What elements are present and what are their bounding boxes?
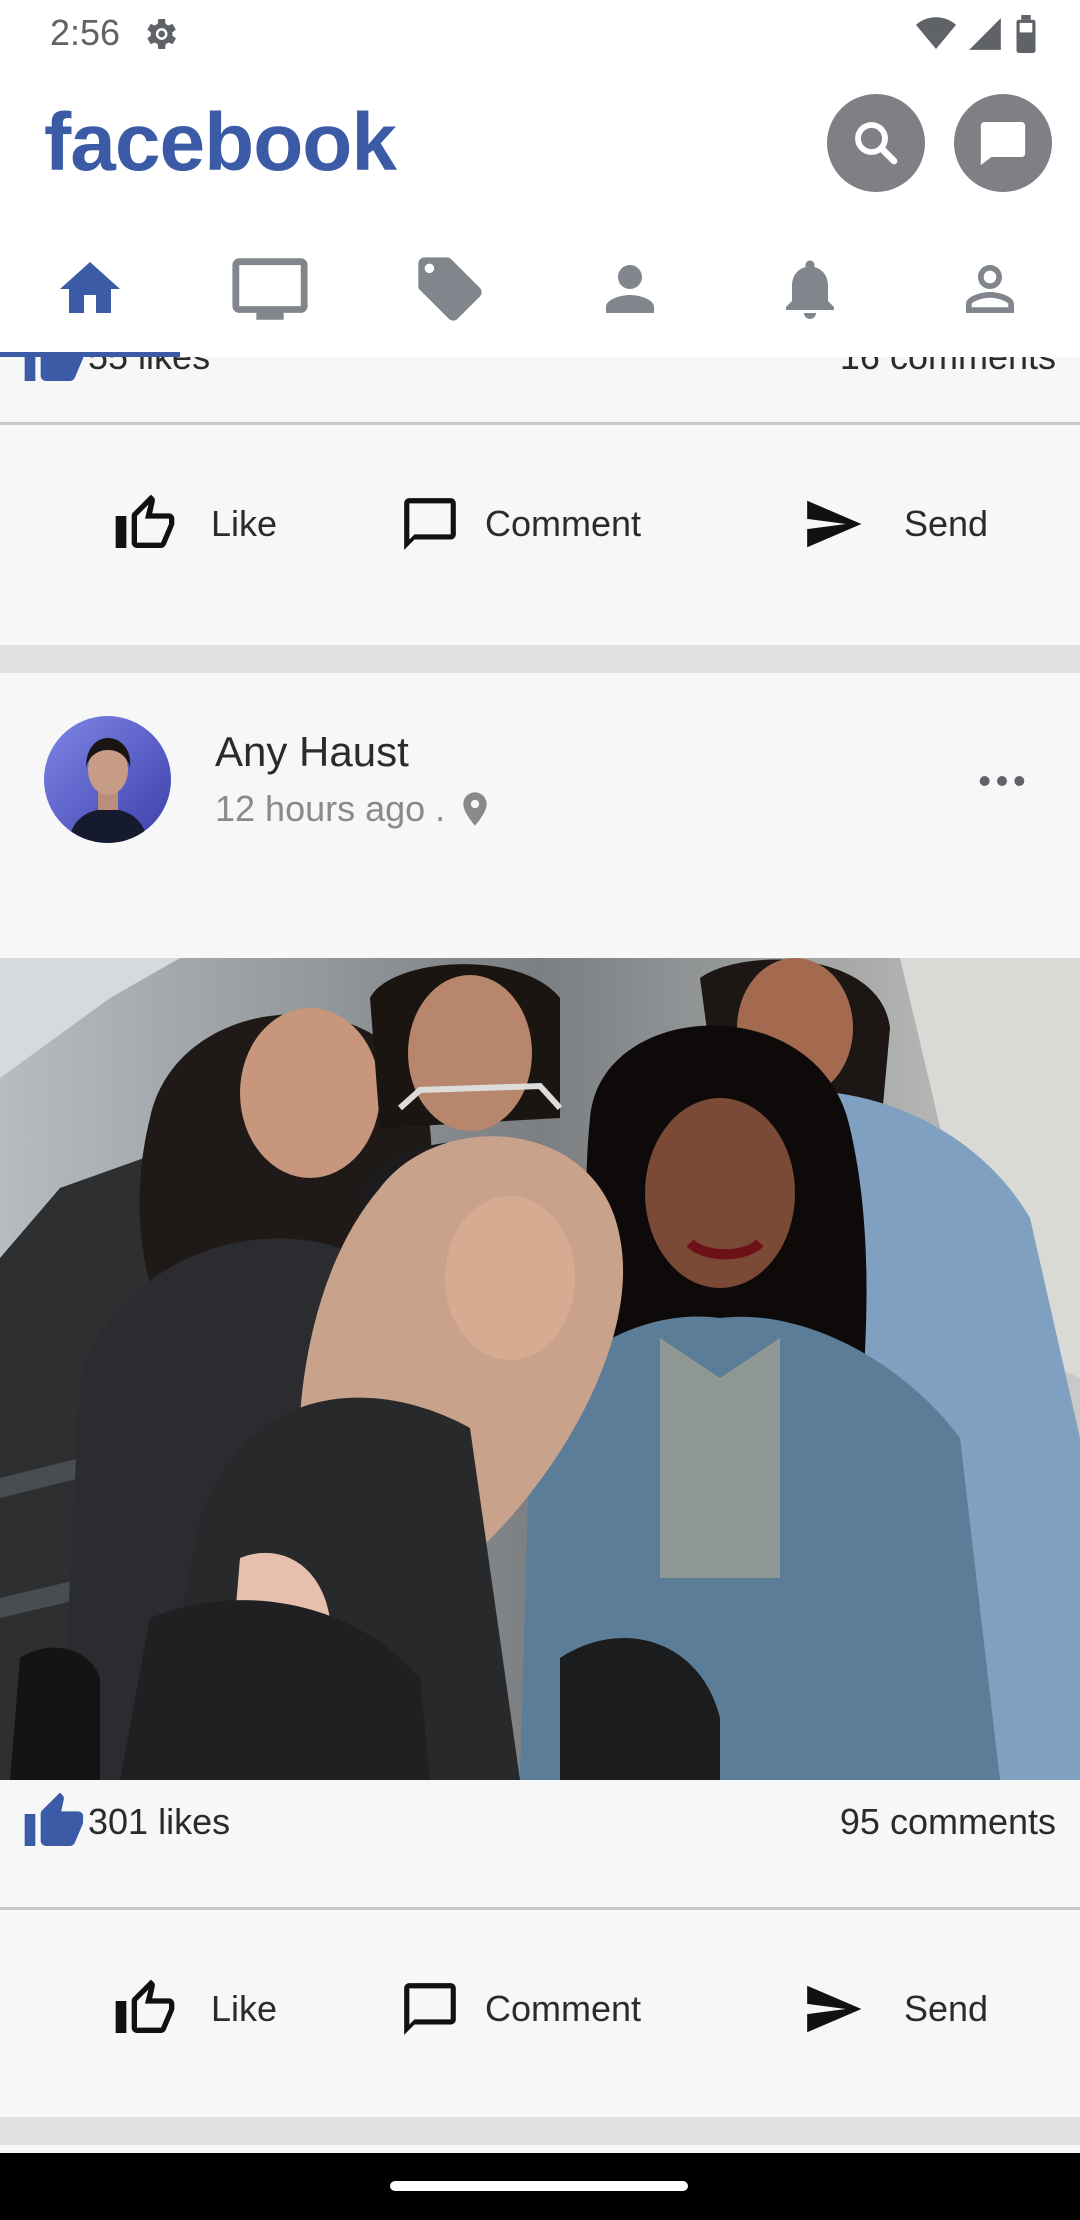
search-button[interactable]: [827, 94, 925, 192]
like-filled-icon: [24, 1792, 84, 1846]
tag-icon: [418, 257, 482, 321]
facebook-logo: facebook: [44, 97, 397, 188]
wifi-icon: [916, 17, 956, 49]
tab-marketplace[interactable]: [360, 221, 540, 357]
status-indicators: [916, 14, 1038, 54]
comment-label: Comment: [484, 1988, 642, 2029]
tab-notifications[interactable]: [720, 221, 900, 357]
person-outline-icon: [966, 265, 1014, 313]
post-stats: 55 likes 16 comments: [0, 357, 1080, 398]
post-actions: Like Comment Send: [0, 1910, 1080, 2108]
thumb-up-icon: [115, 494, 175, 548]
post-photo[interactable]: [0, 958, 1080, 1780]
like-button[interactable]: Like: [0, 492, 330, 556]
app-bar: facebook: [0, 66, 1080, 221]
comment-button[interactable]: Comment: [330, 1978, 710, 2040]
status-bar: 2:56: [0, 0, 1080, 66]
tab-home[interactable]: [0, 221, 180, 357]
post-header: Any Haust 12 hours ago .: [0, 673, 1080, 958]
tab-friends[interactable]: [540, 221, 720, 357]
tab-profile[interactable]: [900, 221, 1080, 357]
location-pin-icon: [463, 792, 487, 826]
battery-icon: [1016, 15, 1036, 53]
likes-count[interactable]: 301 likes: [88, 1801, 230, 1843]
send-icon: [807, 1985, 862, 2033]
bell-icon: [786, 260, 834, 319]
settings-icon: [147, 19, 176, 49]
send-icon: [807, 500, 862, 548]
like-label: Like: [210, 1988, 278, 2029]
comment-icon: [404, 1983, 456, 2035]
home-icon: [60, 262, 120, 313]
avatar-image: [44, 716, 171, 843]
search-icon: [855, 122, 898, 165]
post-card: Any Haust 12 hours ago . 301 likes 95 co…: [0, 673, 1080, 2108]
home-gesture-handle[interactable]: [390, 2181, 688, 2191]
messenger-button[interactable]: [954, 94, 1052, 192]
send-button[interactable]: Send: [710, 1978, 1080, 2040]
like-button[interactable]: Like: [0, 1977, 330, 2041]
more-options-icon[interactable]: [976, 755, 1028, 807]
like-label: Like: [210, 503, 278, 544]
send-button[interactable]: Send: [710, 493, 1080, 555]
thumb-up-icon: [115, 1979, 175, 2033]
post-author[interactable]: Any Haust: [215, 728, 409, 776]
status-time: 2:56: [50, 12, 121, 53]
like-filled-icon: [24, 357, 84, 381]
post-card: 55 likes 16 comments Like Comment: [0, 357, 1080, 623]
comments-count[interactable]: 95 comments: [840, 1801, 1056, 1843]
comments-count[interactable]: 16 comments: [840, 357, 1056, 378]
news-feed[interactable]: 55 likes 16 comments Like Comment: [0, 357, 1080, 2153]
comment-icon: [404, 498, 456, 550]
comment-button[interactable]: Comment: [330, 493, 710, 555]
post-meta: 12 hours ago .: [215, 788, 495, 830]
post-separator: [0, 645, 1080, 673]
system-nav-bar: [0, 2153, 1080, 2220]
likes-count[interactable]: 55 likes: [88, 357, 210, 378]
comment-label: Comment: [484, 503, 642, 544]
post-time: 12 hours ago .: [215, 788, 446, 829]
send-label: Send: [903, 503, 989, 544]
send-label: Send: [903, 1988, 989, 2029]
tab-watch[interactable]: [180, 221, 360, 357]
tv-icon: [232, 258, 308, 320]
post-separator: [0, 2117, 1080, 2145]
signal-icon: [969, 18, 1001, 50]
author-avatar[interactable]: [44, 716, 171, 843]
messenger-icon: [980, 122, 1026, 166]
post-actions: Like Comment Send: [0, 425, 1080, 623]
post-stats: 301 likes 95 comments: [0, 1780, 1080, 1863]
tab-bar: [0, 221, 1080, 357]
person-icon: [606, 265, 654, 313]
